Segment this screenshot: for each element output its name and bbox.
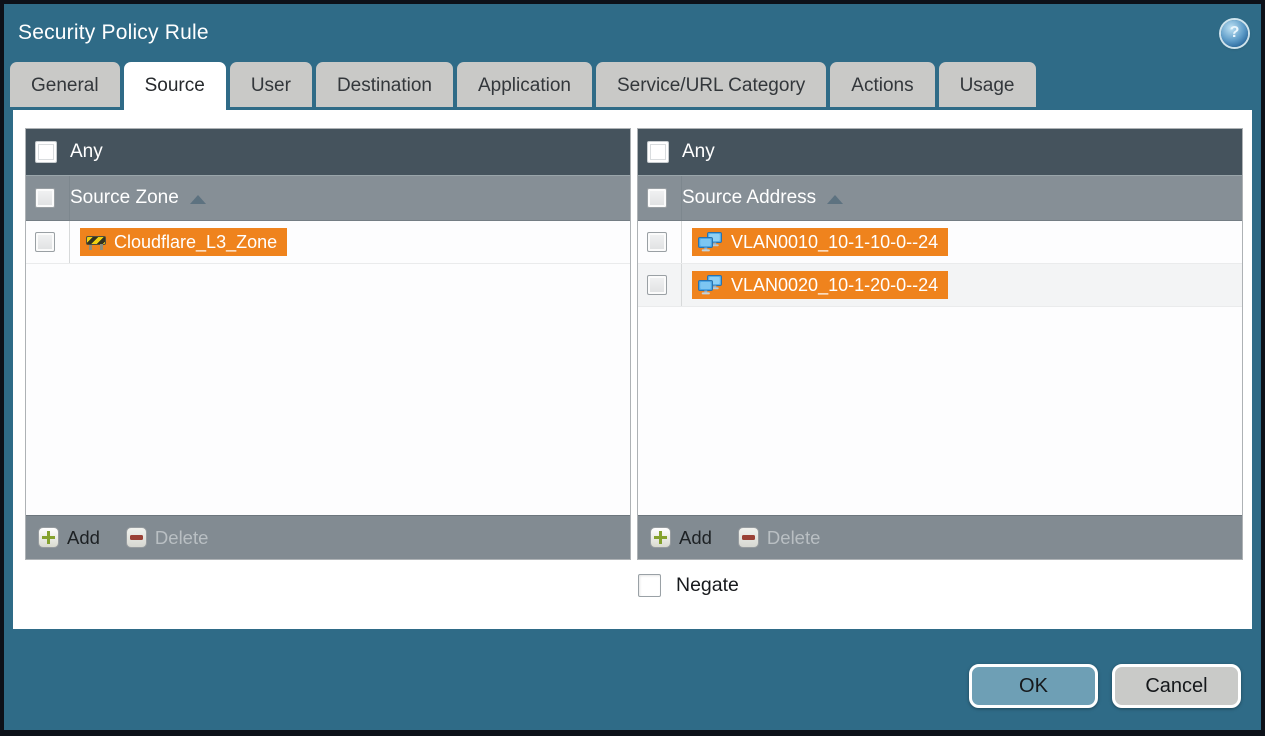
source-zone-add-button[interactable]: Add [38,527,100,549]
source-address-row-checkbox[interactable] [647,275,667,295]
sort-asc-arrow [827,194,844,204]
zone-chip-label: Cloudflare_L3_Zone [114,231,278,252]
dialog-footer: OK Cancel [969,664,1241,708]
zone-chip[interactable]: Cloudflare_L3_Zone [80,228,288,256]
source-zone-toolbar: Add Delete [26,515,630,559]
source-address-any-label: Any [682,141,715,162]
ok-button[interactable]: OK [969,664,1098,708]
source-address-row-checkbox[interactable] [647,232,667,252]
address-chip-label: VLAN0010_10-1-10-0--24 [731,231,939,252]
address-chip[interactable]: VLAN0010_10-1-10-0--24 [692,228,949,256]
source-zone-delete-button[interactable]: Delete [125,526,209,549]
tab-service-url-category[interactable]: Service/URL Category [595,62,827,107]
source-address-row[interactable]: VLAN0010_10-1-10-0--24 [638,221,1242,264]
source-address-any-checkbox[interactable] [647,141,669,163]
source-zone-any-checkbox[interactable] [35,141,57,163]
negate-row: Negate [25,574,1243,597]
delete-button-label: Delete [154,526,209,548]
dialog-title: Security Policy Rule [18,21,209,44]
tab-source[interactable]: Source [123,62,226,110]
tab-user[interactable]: User [229,62,312,107]
source-address-column-header[interactable]: Source Address [638,175,1242,221]
source-address-row[interactable]: VLAN0020_10-1-20-0--24 [638,264,1242,307]
address-icon [698,231,722,251]
tab-usage[interactable]: Usage [938,62,1036,107]
source-zone-panel: Any Source Zone Cloudflare_L3_Zone Add D… [25,128,631,560]
source-zone-any-label: Any [70,141,103,162]
sort-asc-arrow [189,194,206,204]
add-button-label: Add [67,526,100,548]
tab-destination[interactable]: Destination [315,62,453,107]
source-address-select-all-checkbox[interactable] [647,188,667,208]
dialog-titlebar: Security Policy Rule ? [4,4,1261,62]
address-chip-label: VLAN0020_10-1-20-0--24 [731,274,939,295]
negate-checkbox[interactable] [638,574,661,597]
source-zone-select-all-checkbox[interactable] [35,188,55,208]
negate-label: Negate [676,574,739,596]
help-icon[interactable]: ? [1221,19,1248,47]
add-button-label: Add [679,526,712,548]
minus-icon [125,527,147,548]
source-zone-list: Cloudflare_L3_Zone [26,221,630,515]
cancel-button[interactable]: Cancel [1112,664,1241,708]
source-zone-row-checkbox[interactable] [35,232,55,252]
source-address-column-label: Source Address [682,187,817,208]
source-address-any-header: Any [638,129,1242,175]
tab-application[interactable]: Application [457,62,592,107]
source-address-list: VLAN0010_10-1-10-0--24 VLAN0020_10-1-20-… [638,221,1242,515]
tab-actions[interactable]: Actions [830,62,935,107]
source-zone-column-header[interactable]: Source Zone [26,175,630,221]
source-address-panel: Any Source Address VLAN0010_10-1-10-0--2… [637,128,1243,560]
tab-general[interactable]: General [10,62,120,107]
source-address-toolbar: Add Delete [638,515,1242,559]
security-policy-rule-dialog: { "window": { "title": "Security Policy … [0,0,1265,736]
source-address-delete-button[interactable]: Delete [737,526,821,549]
minus-icon [737,527,759,548]
source-tab-content: Any Source Zone Cloudflare_L3_Zone Add D… [13,110,1252,629]
address-icon [698,274,722,294]
source-address-add-button[interactable]: Add [650,527,712,549]
source-zone-any-header: Any [26,129,630,175]
delete-button-label: Delete [766,526,821,548]
plus-icon [38,527,59,548]
tab-bar: General Source User Destination Applicat… [10,62,1261,110]
address-chip[interactable]: VLAN0020_10-1-20-0--24 [692,271,949,299]
source-zone-column-label: Source Zone [70,187,179,208]
source-zone-row[interactable]: Cloudflare_L3_Zone [26,221,630,264]
zone-icon [86,235,106,250]
plus-icon [650,527,671,548]
